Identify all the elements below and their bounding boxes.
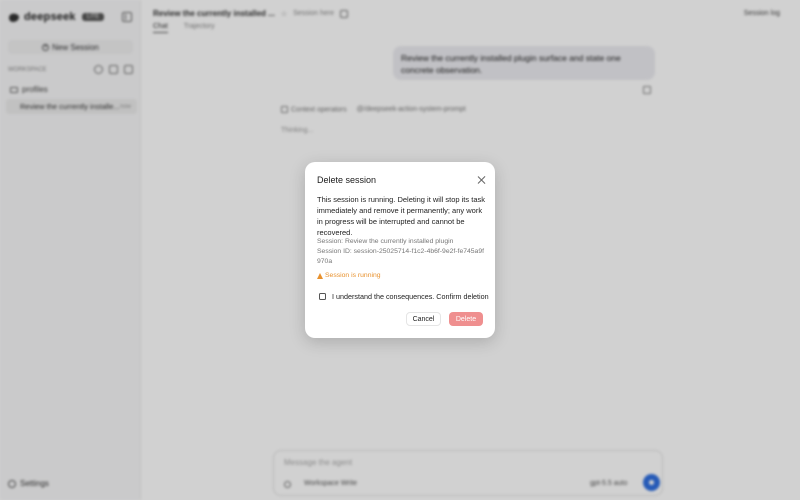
delete-session-dialog: Delete session This session is running. …: [305, 162, 495, 338]
delete-button[interactable]: Delete: [449, 312, 483, 326]
running-label: Session is running: [325, 272, 381, 279]
confirm-row: I understand the consequences. Confirm d…: [319, 292, 489, 301]
confirm-label[interactable]: I understand the consequences. Confirm d…: [332, 292, 489, 301]
warning-icon: [317, 272, 323, 279]
cancel-button[interactable]: Cancel: [406, 312, 441, 326]
running-status: Session is running: [317, 272, 381, 279]
session-meta: Session: Review the currently installed …: [317, 237, 487, 267]
dialog-description: This session is running. Deleting it wil…: [317, 195, 485, 237]
dialog-title: Delete session: [317, 175, 377, 185]
session-name-line: Session: Review the currently installed …: [317, 238, 454, 245]
session-id-line: Session ID: session-25025714-f1c2-4b6f-9…: [317, 248, 485, 265]
close-icon[interactable]: [476, 175, 486, 185]
confirm-checkbox[interactable]: [319, 293, 326, 300]
